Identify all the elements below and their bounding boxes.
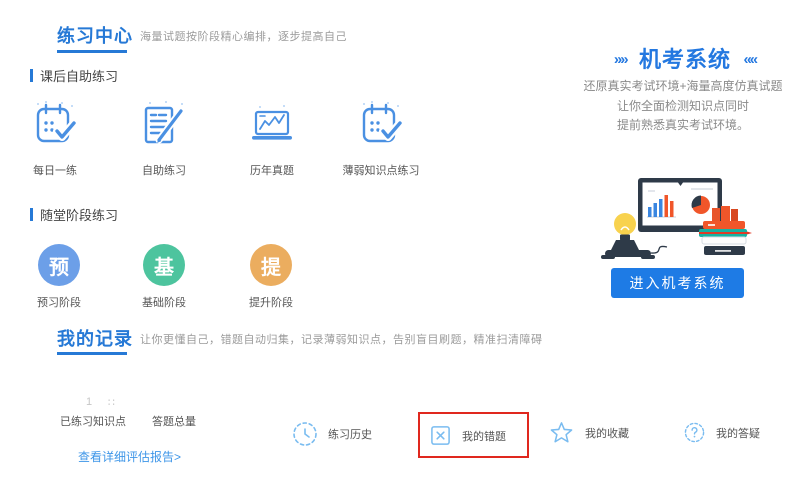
- star-icon: [549, 420, 574, 445]
- practice-center-title: 练习中心: [57, 26, 133, 46]
- stage-preview[interactable]: 预 预习阶段: [4, 244, 114, 310]
- card-label: 历年真题: [250, 165, 294, 177]
- calendar-check-icon: [31, 98, 79, 150]
- stage-label: 基础阶段: [142, 297, 186, 309]
- stage-label: 提升阶段: [249, 297, 293, 309]
- notebook-pen-icon: [140, 98, 188, 150]
- blue-bar-icon: [30, 208, 33, 221]
- card-self-practice[interactable]: 自助练习: [109, 98, 219, 178]
- practice-center-underline: [57, 50, 127, 53]
- quicklink-label: 我的答疑: [716, 427, 760, 440]
- view-report-link[interactable]: 查看详细评估报告>: [78, 448, 181, 465]
- exam-illustration: [595, 158, 795, 268]
- section-label-stage: 随堂阶段练习: [30, 205, 118, 224]
- exam-desc-line: 提前熟悉真实考试环境。: [616, 118, 749, 132]
- card-label: 自助练习: [142, 165, 186, 177]
- selfhelp-label: 课后自助练习: [40, 69, 119, 84]
- enter-exam-system-button[interactable]: 进入机考系统: [611, 268, 744, 298]
- section-label-selfhelp: 课后自助练习: [30, 66, 118, 85]
- double-arrow-left-icon: «: [749, 51, 758, 68]
- card-weak-points[interactable]: 薄弱知识点练习: [326, 98, 436, 178]
- quicklink-label: 练习历史: [328, 429, 372, 441]
- quicklink-label: 我的错题: [462, 430, 506, 443]
- exam-desc-line: 还原真实考试环境+海量高度仿真试题: [583, 79, 783, 93]
- wrong-box-icon: [430, 425, 451, 446]
- exam-desc-line: 让你全面检测知识点同时: [616, 98, 749, 113]
- exam-system-description: 还原真实考试环境+海量高度仿真试题 让你全面检测知识点同时 提前熟悉真实考试环境…: [572, 77, 794, 136]
- my-records-title: 我的记录: [57, 329, 133, 349]
- stage-badge-icon: 提: [250, 244, 292, 286]
- desk-study-illustration-icon: [601, 178, 752, 259]
- stage-basic[interactable]: 基 基础阶段: [109, 244, 219, 310]
- stat-value-answers: ∷: [108, 397, 115, 409]
- question-icon: [684, 422, 705, 443]
- calendar-check-icon: [357, 98, 405, 150]
- practice-center-subtitle: 海量试题按阶段精心编排，逐步提高自己: [140, 31, 347, 43]
- quicklink-label: 我的收藏: [585, 427, 629, 440]
- card-label: 薄弱知识点练习: [342, 165, 420, 177]
- stage-improve[interactable]: 提 提升阶段: [216, 244, 326, 310]
- blue-bar-icon: [30, 69, 33, 82]
- quicklink-my-wrong-questions[interactable]: 我的错题: [430, 425, 506, 446]
- laptop-chart-icon: [248, 98, 296, 150]
- practice-center-page: 练习中心 海量试题按阶段精心编排，逐步提高自己 课后自助练习 每日一练 自助练习…: [0, 0, 800, 503]
- quicklink-my-questions[interactable]: 我的答疑: [684, 422, 760, 443]
- my-records-underline: [57, 352, 127, 355]
- stat-label-answers: 答题总量: [152, 416, 196, 428]
- stat-label-knowledge: 已练习知识点: [60, 416, 126, 428]
- stage-label: 随堂阶段练习: [40, 208, 119, 223]
- double-arrow-right-icon: »: [620, 51, 628, 68]
- exam-system-title: 机考系统: [638, 47, 731, 72]
- my-records-subtitle: 让你更懂自己，错题自动归集，记录薄弱知识点，告别盲目刷题，精准扫清障碍: [140, 334, 543, 346]
- quicklink-my-favorites[interactable]: 我的收藏: [549, 420, 629, 445]
- clock-icon: [292, 421, 318, 447]
- quicklink-practice-history[interactable]: 练习历史: [292, 421, 372, 447]
- stat-value-knowledge: 1: [86, 396, 93, 408]
- stage-badge-icon: 基: [143, 244, 185, 286]
- card-daily-practice[interactable]: 每日一练: [0, 98, 110, 178]
- card-label: 每日一练: [33, 165, 77, 177]
- stage-label: 预习阶段: [37, 297, 81, 309]
- exam-system-header: »» 机考系统 ««: [580, 42, 790, 74]
- stage-badge-icon: 预: [38, 244, 80, 286]
- card-past-exams[interactable]: 历年真题: [217, 98, 327, 178]
